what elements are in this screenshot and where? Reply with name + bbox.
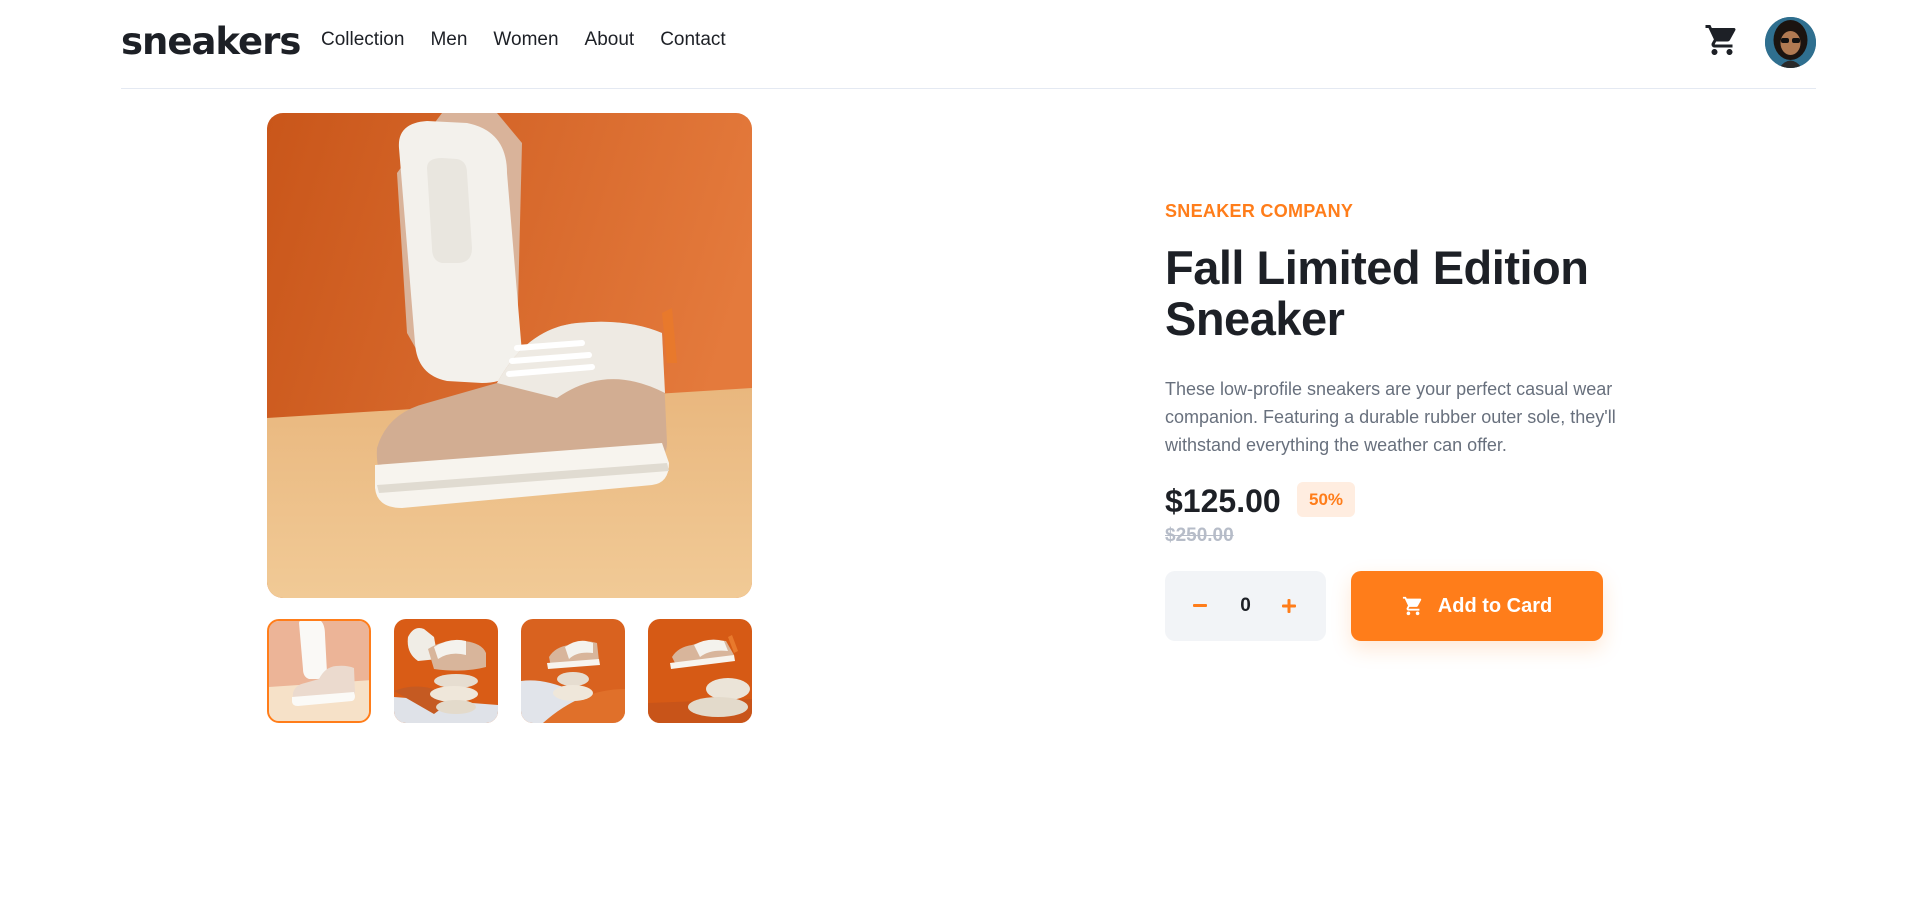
discount-badge: 50% <box>1297 482 1355 517</box>
thumbnail-3[interactable] <box>521 619 625 723</box>
thumbnail-strip <box>267 619 752 723</box>
quantity-stepper: 0 <box>1165 571 1326 641</box>
cart-icon <box>1705 25 1736 55</box>
site-header: sneakers Collection Men Women About Cont… <box>121 0 1816 89</box>
product-description: These low-profile sneakers are your perf… <box>1165 379 1616 455</box>
add-to-cart-button[interactable]: Add to Card <box>1351 571 1603 641</box>
product-title: Fall Limited Edition Sneaker <box>1165 241 1589 345</box>
nav-link-collection[interactable]: Collection <box>321 28 404 52</box>
cart-icon <box>1402 596 1422 616</box>
sneaker-thumbnail-2 <box>394 619 498 723</box>
add-to-cart-label: Add to Card <box>1437 595 1553 617</box>
original-price: $250.00 <box>1165 525 1234 546</box>
sneaker-thumbnail-4 <box>648 619 752 723</box>
user-avatar[interactable] <box>1765 17 1816 68</box>
company-name: SNEAKER COMPANY <box>1165 201 1354 221</box>
main-nav: Collection Men Women About Contact <box>321 28 726 52</box>
plus-icon <box>1282 599 1296 613</box>
thumbnail-2[interactable] <box>394 619 498 723</box>
sneaker-thumbnail-1 <box>269 621 369 721</box>
increase-quantity-button[interactable] <box>1264 571 1314 641</box>
nav-link-contact[interactable]: Contact <box>660 28 725 52</box>
sneaker-thumbnail-3 <box>521 619 625 723</box>
decrease-quantity-button[interactable] <box>1175 571 1225 641</box>
brand-logo[interactable]: sneakers <box>121 20 301 64</box>
sneaker-photo <box>267 113 752 598</box>
current-price: $125.00 <box>1165 483 1281 519</box>
nav-link-men[interactable]: Men <box>430 28 467 52</box>
cart-button[interactable] <box>1704 22 1740 58</box>
nav-link-about[interactable]: About <box>585 28 635 52</box>
avatar-image <box>1765 17 1816 68</box>
thumbnail-1[interactable] <box>267 619 371 723</box>
nav-link-women[interactable]: Women <box>493 28 558 52</box>
minus-icon <box>1193 604 1207 607</box>
thumbnail-4[interactable] <box>648 619 752 723</box>
main-product-image[interactable] <box>267 113 752 598</box>
